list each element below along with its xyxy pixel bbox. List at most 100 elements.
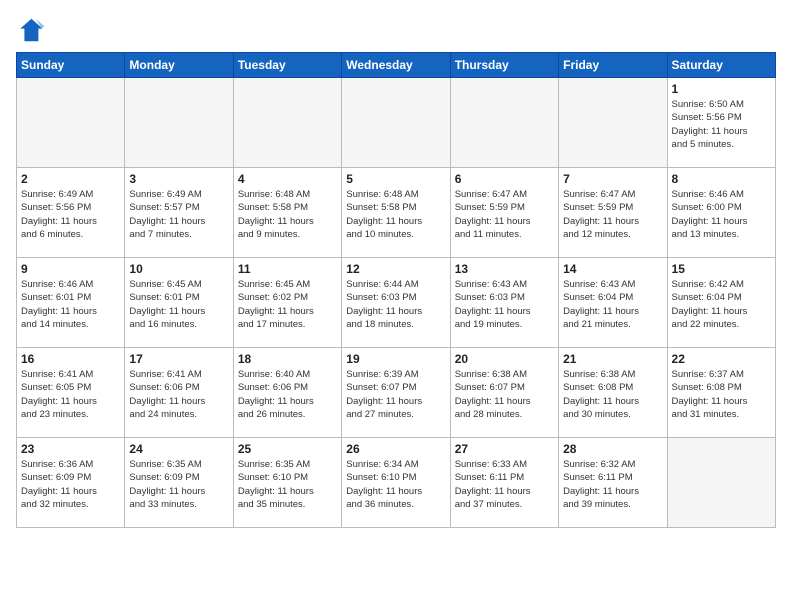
day-cell: [667, 438, 775, 528]
day-info: Sunrise: 6:34 AM Sunset: 6:10 PM Dayligh…: [346, 458, 445, 511]
week-row-2: 2 Sunrise: 6:49 AM Sunset: 5:56 PM Daylig…: [17, 168, 776, 258]
day-info: Sunrise: 6:46 AM Sunset: 6:01 PM Dayligh…: [21, 278, 120, 331]
page-header: [16, 16, 776, 44]
day-info: Sunrise: 6:41 AM Sunset: 6:06 PM Dayligh…: [129, 368, 228, 421]
day-number: 3: [129, 172, 228, 186]
column-header-tuesday: Tuesday: [233, 53, 341, 78]
day-number: 1: [672, 82, 771, 96]
day-cell: 15 Sunrise: 6:42 AM Sunset: 6:04 PM Dayli…: [667, 258, 775, 348]
day-cell: 19 Sunrise: 6:39 AM Sunset: 6:07 PM Dayli…: [342, 348, 450, 438]
day-cell: 3 Sunrise: 6:49 AM Sunset: 5:57 PM Daylig…: [125, 168, 233, 258]
day-info: Sunrise: 6:32 AM Sunset: 6:11 PM Dayligh…: [563, 458, 662, 511]
day-info: Sunrise: 6:49 AM Sunset: 5:57 PM Dayligh…: [129, 188, 228, 241]
column-header-saturday: Saturday: [667, 53, 775, 78]
day-info: Sunrise: 6:43 AM Sunset: 6:04 PM Dayligh…: [563, 278, 662, 331]
column-header-monday: Monday: [125, 53, 233, 78]
day-info: Sunrise: 6:45 AM Sunset: 6:02 PM Dayligh…: [238, 278, 337, 331]
day-number: 12: [346, 262, 445, 276]
day-info: Sunrise: 6:44 AM Sunset: 6:03 PM Dayligh…: [346, 278, 445, 331]
logo-icon: [16, 16, 44, 44]
day-number: 4: [238, 172, 337, 186]
day-info: Sunrise: 6:39 AM Sunset: 6:07 PM Dayligh…: [346, 368, 445, 421]
day-number: 13: [455, 262, 554, 276]
day-cell: 10 Sunrise: 6:45 AM Sunset: 6:01 PM Dayli…: [125, 258, 233, 348]
day-cell: 25Sunrise: 6:35 AM Sunset: 6:10 PM Dayli…: [233, 438, 341, 528]
day-info: Sunrise: 6:38 AM Sunset: 6:07 PM Dayligh…: [455, 368, 554, 421]
day-cell: 22 Sunrise: 6:37 AM Sunset: 6:08 PM Dayli…: [667, 348, 775, 438]
day-info: Sunrise: 6:45 AM Sunset: 6:01 PM Dayligh…: [129, 278, 228, 331]
day-cell: 11 Sunrise: 6:45 AM Sunset: 6:02 PM Dayli…: [233, 258, 341, 348]
day-number: 5: [346, 172, 445, 186]
day-cell: [125, 78, 233, 168]
day-info: Sunrise: 6:48 AM Sunset: 5:58 PM Dayligh…: [238, 188, 337, 241]
column-header-thursday: Thursday: [450, 53, 558, 78]
day-number: 8: [672, 172, 771, 186]
day-number: 2: [21, 172, 120, 186]
day-info: Sunrise: 6:50 AM Sunset: 5:56 PM Dayligh…: [672, 98, 771, 151]
day-info: Sunrise: 6:48 AM Sunset: 5:58 PM Dayligh…: [346, 188, 445, 241]
day-info: Sunrise: 6:43 AM Sunset: 6:03 PM Dayligh…: [455, 278, 554, 331]
day-cell: 5 Sunrise: 6:48 AM Sunset: 5:58 PM Daylig…: [342, 168, 450, 258]
day-cell: 4 Sunrise: 6:48 AM Sunset: 5:58 PM Daylig…: [233, 168, 341, 258]
day-info: Sunrise: 6:41 AM Sunset: 6:05 PM Dayligh…: [21, 368, 120, 421]
day-number: 14: [563, 262, 662, 276]
day-cell: 12 Sunrise: 6:44 AM Sunset: 6:03 PM Dayli…: [342, 258, 450, 348]
day-number: 9: [21, 262, 120, 276]
day-cell: 23 Sunrise: 6:36 AM Sunset: 6:09 PM Dayli…: [17, 438, 125, 528]
column-header-wednesday: Wednesday: [342, 53, 450, 78]
week-row-5: 23 Sunrise: 6:36 AM Sunset: 6:09 PM Dayli…: [17, 438, 776, 528]
calendar-header-row: SundayMondayTuesdayWednesdayThursdayFrid…: [17, 53, 776, 78]
day-cell: [17, 78, 125, 168]
column-header-friday: Friday: [559, 53, 667, 78]
day-info: Sunrise: 6:35 AM Sunset: 6:10 PM Dayligh…: [238, 458, 337, 511]
day-number: 19: [346, 352, 445, 366]
day-number: 18: [238, 352, 337, 366]
week-row-4: 16 Sunrise: 6:41 AM Sunset: 6:05 PM Dayli…: [17, 348, 776, 438]
day-cell: [342, 78, 450, 168]
day-number: 27: [455, 442, 554, 456]
day-cell: 13 Sunrise: 6:43 AM Sunset: 6:03 PM Dayli…: [450, 258, 558, 348]
day-info: Sunrise: 6:42 AM Sunset: 6:04 PM Dayligh…: [672, 278, 771, 331]
day-info: Sunrise: 6:47 AM Sunset: 5:59 PM Dayligh…: [563, 188, 662, 241]
day-cell: 1 Sunrise: 6:50 AM Sunset: 5:56 PM Daylig…: [667, 78, 775, 168]
day-info: Sunrise: 6:46 AM Sunset: 6:00 PM Dayligh…: [672, 188, 771, 241]
day-info: Sunrise: 6:33 AM Sunset: 6:11 PM Dayligh…: [455, 458, 554, 511]
day-info: Sunrise: 6:36 AM Sunset: 6:09 PM Dayligh…: [21, 458, 120, 511]
day-cell: 20Sunrise: 6:38 AM Sunset: 6:07 PM Dayli…: [450, 348, 558, 438]
logo: [16, 16, 48, 44]
day-cell: 24Sunrise: 6:35 AM Sunset: 6:09 PM Dayli…: [125, 438, 233, 528]
day-number: 15: [672, 262, 771, 276]
column-header-sunday: Sunday: [17, 53, 125, 78]
day-info: Sunrise: 6:37 AM Sunset: 6:08 PM Dayligh…: [672, 368, 771, 421]
day-number: 23: [21, 442, 120, 456]
day-cell: 18 Sunrise: 6:40 AM Sunset: 6:06 PM Dayli…: [233, 348, 341, 438]
day-number: 28: [563, 442, 662, 456]
day-cell: 17 Sunrise: 6:41 AM Sunset: 6:06 PM Dayli…: [125, 348, 233, 438]
day-number: 6: [455, 172, 554, 186]
day-cell: 8 Sunrise: 6:46 AM Sunset: 6:00 PM Daylig…: [667, 168, 775, 258]
day-info: Sunrise: 6:49 AM Sunset: 5:56 PM Dayligh…: [21, 188, 120, 241]
day-cell: [559, 78, 667, 168]
calendar-table: SundayMondayTuesdayWednesdayThursdayFrid…: [16, 52, 776, 528]
day-number: 16: [21, 352, 120, 366]
day-cell: 6Sunrise: 6:47 AM Sunset: 5:59 PM Daylig…: [450, 168, 558, 258]
day-cell: 16 Sunrise: 6:41 AM Sunset: 6:05 PM Dayli…: [17, 348, 125, 438]
day-cell: 7 Sunrise: 6:47 AM Sunset: 5:59 PM Daylig…: [559, 168, 667, 258]
day-cell: [233, 78, 341, 168]
day-number: 22: [672, 352, 771, 366]
day-number: 11: [238, 262, 337, 276]
day-cell: [450, 78, 558, 168]
day-info: Sunrise: 6:40 AM Sunset: 6:06 PM Dayligh…: [238, 368, 337, 421]
week-row-3: 9 Sunrise: 6:46 AM Sunset: 6:01 PM Daylig…: [17, 258, 776, 348]
week-row-1: 1 Sunrise: 6:50 AM Sunset: 5:56 PM Daylig…: [17, 78, 776, 168]
day-info: Sunrise: 6:38 AM Sunset: 6:08 PM Dayligh…: [563, 368, 662, 421]
day-cell: 21Sunrise: 6:38 AM Sunset: 6:08 PM Dayli…: [559, 348, 667, 438]
day-cell: 27 Sunrise: 6:33 AM Sunset: 6:11 PM Dayli…: [450, 438, 558, 528]
day-number: 17: [129, 352, 228, 366]
day-number: 26: [346, 442, 445, 456]
day-cell: 26 Sunrise: 6:34 AM Sunset: 6:10 PM Dayli…: [342, 438, 450, 528]
day-cell: 2 Sunrise: 6:49 AM Sunset: 5:56 PM Daylig…: [17, 168, 125, 258]
day-number: 10: [129, 262, 228, 276]
day-number: 7: [563, 172, 662, 186]
day-cell: 14 Sunrise: 6:43 AM Sunset: 6:04 PM Dayli…: [559, 258, 667, 348]
